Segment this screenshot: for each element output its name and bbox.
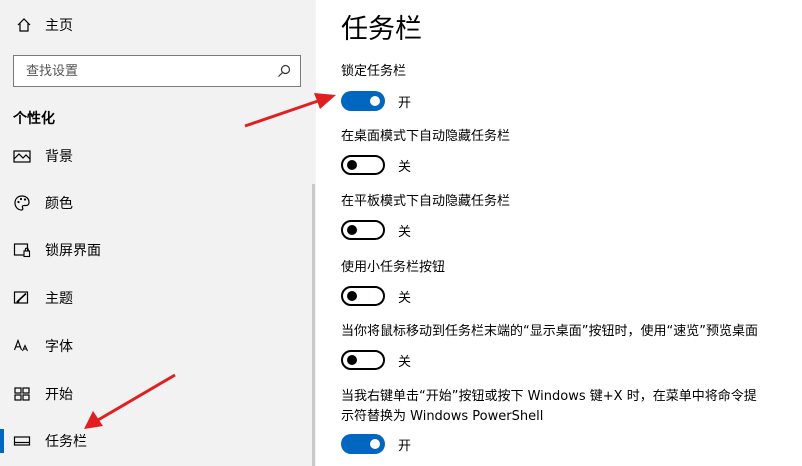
toggle-autohide-desktop[interactable]	[341, 155, 385, 175]
toggle-peek[interactable]	[341, 350, 385, 370]
fonts-icon	[12, 336, 32, 356]
setting-label-autohide-tablet: 在平板模式下自动隐藏任务栏	[341, 194, 511, 209]
toggle-autohide-tablet[interactable]	[341, 220, 385, 240]
toggle-state-label: 关	[398, 160, 412, 175]
sidebar-item-label: 字体	[45, 339, 73, 355]
sidebar-scrollbar[interactable]	[312, 184, 315, 466]
setting-label-autohide-desktop: 在桌面模式下自动隐藏任务栏	[341, 129, 511, 144]
background-icon	[12, 146, 32, 164]
toggle-small-buttons[interactable]	[341, 286, 385, 306]
setting-label-peek: 当你将鼠标移动到任务栏末端的“显示桌面”按钮时，使用“速览”预览桌面	[341, 324, 758, 339]
toggle-knob	[347, 160, 357, 170]
toggle-knob	[347, 225, 357, 235]
lockscreen-icon	[12, 240, 32, 260]
sidebar-item-background[interactable]: 背景	[0, 134, 310, 164]
start-icon	[12, 384, 32, 404]
sidebar-item-label: 开始	[45, 387, 73, 403]
search-icon[interactable]	[276, 63, 292, 79]
sidebar-item-lockscreen[interactable]: 锁屏界面	[0, 228, 310, 272]
sidebar-item-label: 颜色	[45, 196, 73, 212]
search-box[interactable]	[13, 55, 301, 87]
sidebar-item-fonts[interactable]: 字体	[0, 324, 310, 368]
sidebar-item-label: 主题	[45, 291, 73, 307]
sidebar-item-taskbar[interactable]: 任务栏	[0, 419, 310, 463]
taskbar-icon	[12, 431, 32, 451]
setting-label-powershell: 当我右键单击“开始”按钮或按下 Windows 键+X 时，在菜单中将命令提 示…	[341, 387, 791, 427]
setting-label-line: 当我右键单击“开始”按钮或按下 Windows 键+X 时，在菜单中将命令提	[341, 389, 757, 404]
page-title: 任务栏	[341, 14, 422, 45]
toggle-state-label: 关	[398, 291, 412, 306]
toggle-knob	[370, 96, 380, 106]
toggle-state-label: 开	[398, 96, 412, 111]
toggle-lock-taskbar[interactable]	[341, 91, 385, 111]
sidebar-item-label: 背景	[45, 149, 73, 164]
palette-icon	[12, 193, 32, 213]
setting-label-lock-taskbar: 锁定任务栏	[341, 64, 407, 79]
sidebar-item-label: 锁屏界面	[45, 243, 101, 259]
sidebar-item-themes[interactable]: 主题	[0, 276, 310, 320]
setting-label-small-buttons: 使用小任务栏按钮	[341, 260, 446, 275]
main-panel: 任务栏 锁定任务栏 开 在桌面模式下自动隐藏任务栏 关 在平板模式下自动隐藏任务…	[316, 0, 802, 466]
themes-icon	[12, 288, 32, 308]
toggle-knob	[370, 439, 380, 449]
toggle-knob	[347, 291, 357, 301]
sidebar-item-start[interactable]: 开始	[0, 372, 310, 416]
active-indicator	[0, 429, 4, 453]
toggle-powershell[interactable]	[341, 434, 385, 454]
toggle-knob	[347, 355, 357, 365]
section-title-personalization: 个性化	[13, 111, 55, 127]
sidebar-item-label: 任务栏	[45, 434, 87, 450]
setting-label-line: 示符替换为 Windows PowerShell	[341, 409, 544, 424]
sidebar-item-colors[interactable]: 颜色	[0, 181, 310, 225]
home-label: 主页	[45, 18, 73, 34]
home-nav-item[interactable]: 主页	[0, 8, 316, 42]
home-icon	[14, 15, 34, 35]
sidebar: 主页 个性化 背景 颜色 锁屏界面 主题 字体	[0, 0, 316, 466]
toggle-state-label: 关	[398, 225, 412, 240]
search-input[interactable]	[26, 63, 276, 79]
toggle-state-label: 开	[398, 439, 412, 454]
toggle-state-label: 关	[398, 355, 412, 370]
